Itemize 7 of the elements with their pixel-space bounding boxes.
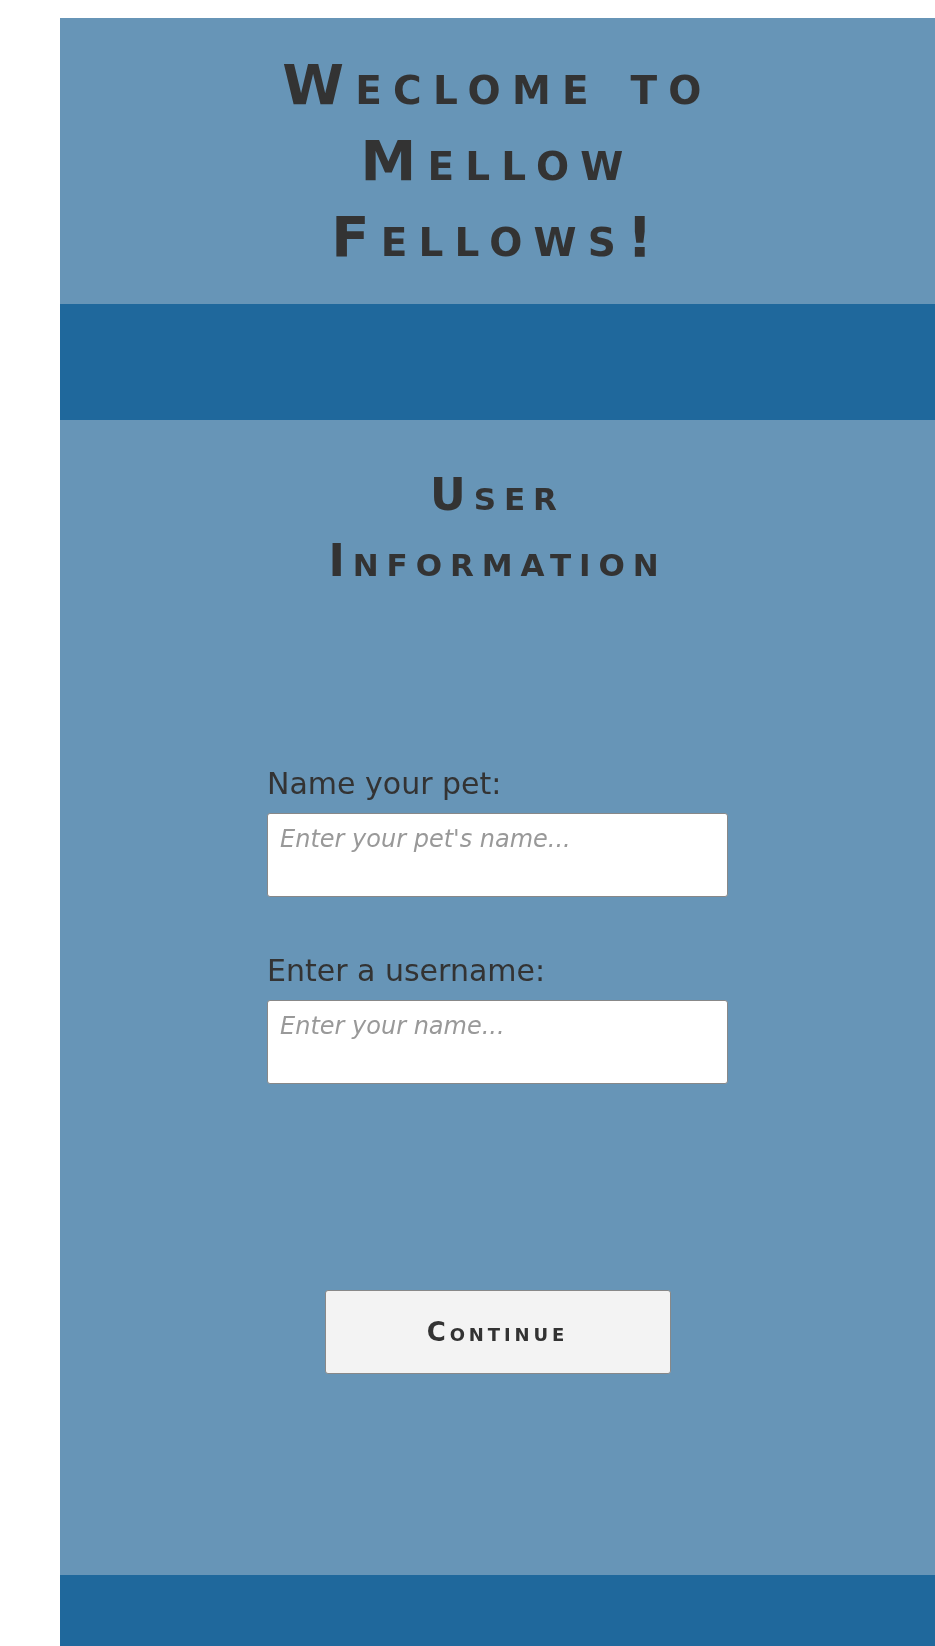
continue-button[interactable]: Continue [324,1290,671,1374]
section-title: User Information [327,468,668,588]
input-field[interactable]: Enter your pet's name... [267,813,728,897]
input-field[interactable]: Enter your name... [267,1000,728,1084]
page-title: Weclome to Mellow Fellows! [281,51,714,271]
field-label: Enter a username: [267,953,547,988]
field-label: Name your pet: [267,766,503,801]
